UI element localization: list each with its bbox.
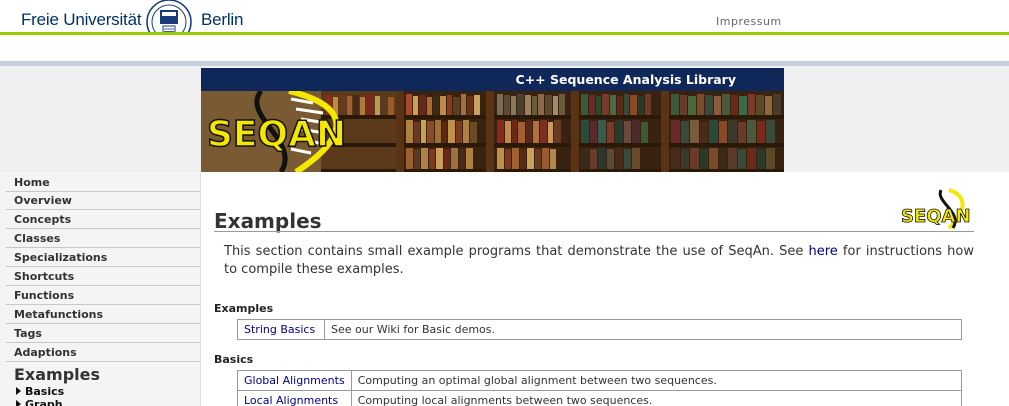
sidebar-item-metafunctions[interactable]: Metafunctions	[6, 305, 200, 324]
sidebar-item-label: Specializations	[14, 251, 108, 264]
page-title: Examples	[214, 209, 322, 233]
basics-table: Global Alignments Computing an optimal g…	[237, 370, 963, 406]
sidebar-heading-examples[interactable]: Examples	[14, 365, 100, 384]
sidebar-item-label: Metafunctions	[14, 308, 104, 321]
table-row: Local Alignments Computing local alignme…	[237, 390, 963, 406]
intro-paragraph: This section contains small example prog…	[224, 243, 974, 279]
impressum-link[interactable]: Impressum	[716, 15, 782, 28]
table-desc-cell: See our Wiki for Basic demos.	[324, 319, 962, 340]
sidebar-item-label: Home	[14, 176, 50, 189]
corner-logo-text: SEQAN	[901, 206, 971, 227]
sidebar-item-shortcuts[interactable]: Shortcuts	[6, 267, 200, 286]
sidebar-item-tags[interactable]: Tags	[6, 324, 200, 343]
sidebar-item-label: Tags	[14, 327, 42, 340]
table-desc-cell: Computing local alignments between two s…	[350, 390, 963, 406]
triangle-right-icon	[16, 387, 21, 395]
triangle-right-icon	[16, 400, 21, 406]
sidebar-item-label: Concepts	[14, 213, 72, 226]
intro-text: This section contains small example prog…	[224, 244, 809, 259]
sidebar-nav: Home Overview Concepts Classes Specializ…	[0, 172, 201, 406]
table-row: String Basics See our Wiki for Basic dem…	[237, 319, 962, 340]
examples-table: String Basics See our Wiki for Basic dem…	[237, 319, 962, 340]
sidebar-item-label: Adaptions	[14, 346, 77, 359]
table-link-cell: Local Alignments	[237, 390, 352, 406]
sidebar-item-label: Classes	[14, 232, 61, 245]
section-heading-basics: Basics	[214, 353, 254, 366]
table-link-cell: String Basics	[237, 319, 325, 340]
main-content: SEQAN Examples This section contains sma…	[201, 172, 1009, 406]
sidebar-subitem-label: Basics	[25, 385, 65, 398]
title-divider	[214, 231, 974, 232]
sidebar-item-home[interactable]: Home	[6, 173, 200, 192]
table-link-cell: Global Alignments	[237, 370, 352, 391]
banner-logo-text: SEQAN	[207, 114, 346, 155]
sidebar-item-adaptions[interactable]: Adaptions	[6, 343, 200, 362]
top-header: Freie Universität Berlin Impressum	[0, 0, 1009, 45]
university-name-left: Freie Universität	[21, 10, 142, 29]
example-link-global-alignments[interactable]: Global Alignments	[244, 374, 345, 387]
section-heading-examples: Examples	[214, 302, 274, 315]
sidebar-item-concepts[interactable]: Concepts	[6, 210, 200, 229]
sidebar-item-overview[interactable]: Overview	[6, 191, 200, 210]
sidebar-subitem-graph[interactable]: Graph	[16, 398, 63, 406]
table-row: Global Alignments Computing an optimal g…	[237, 370, 963, 391]
university-name-right: Berlin	[201, 10, 244, 29]
sidebar-item-label: Overview	[14, 194, 72, 207]
banner-title-bar: C++ Sequence Analysis Library	[201, 68, 784, 91]
example-link-local-alignments[interactable]: Local Alignments	[244, 394, 338, 406]
banner-title: C++ Sequence Analysis Library	[515, 72, 736, 87]
sidebar-item-label: Functions	[14, 289, 75, 302]
seqan-banner: C++ Sequence Analysis Library SEQAN	[201, 68, 784, 172]
sidebar-item-classes[interactable]: Classes	[6, 229, 200, 248]
example-link-string-basics[interactable]: String Basics	[244, 323, 315, 336]
sidebar-item-functions[interactable]: Functions	[6, 286, 200, 305]
sidebar-item-specializations[interactable]: Specializations	[6, 248, 200, 267]
table-desc-cell: Computing an optimal global alignment be…	[350, 370, 963, 391]
header-spacer	[0, 35, 1009, 63]
here-link[interactable]: here	[809, 244, 838, 259]
library-banner-image: SEQAN	[201, 91, 784, 172]
sidebar-subitem-label: Graph	[25, 398, 63, 406]
sidebar-subitem-basics[interactable]: Basics	[16, 385, 64, 398]
sidebar-item-label: Shortcuts	[14, 270, 75, 283]
seqan-logo-icon: SEQAN	[901, 188, 971, 230]
